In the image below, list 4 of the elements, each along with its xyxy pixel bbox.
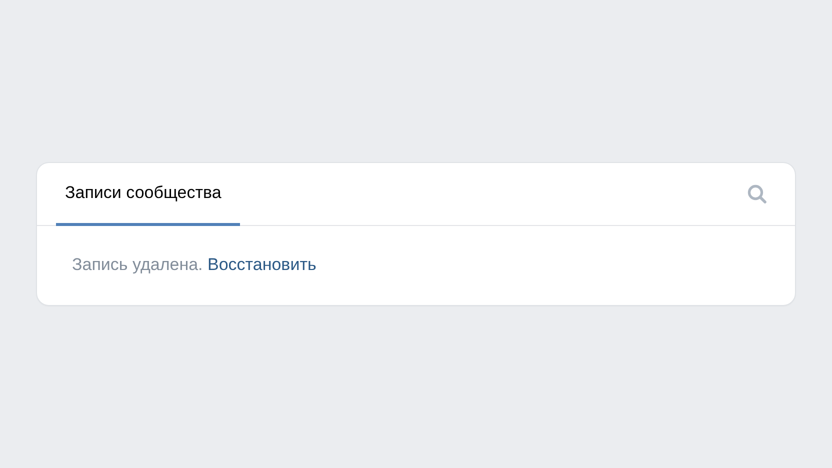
restore-link[interactable]: Восстановить [207,255,316,274]
search-icon[interactable] [747,184,767,204]
tab[interactable]: Записи сообщества [56,163,240,226]
deleted-post-notice: Запись удалена. Восстановить [72,254,318,276]
